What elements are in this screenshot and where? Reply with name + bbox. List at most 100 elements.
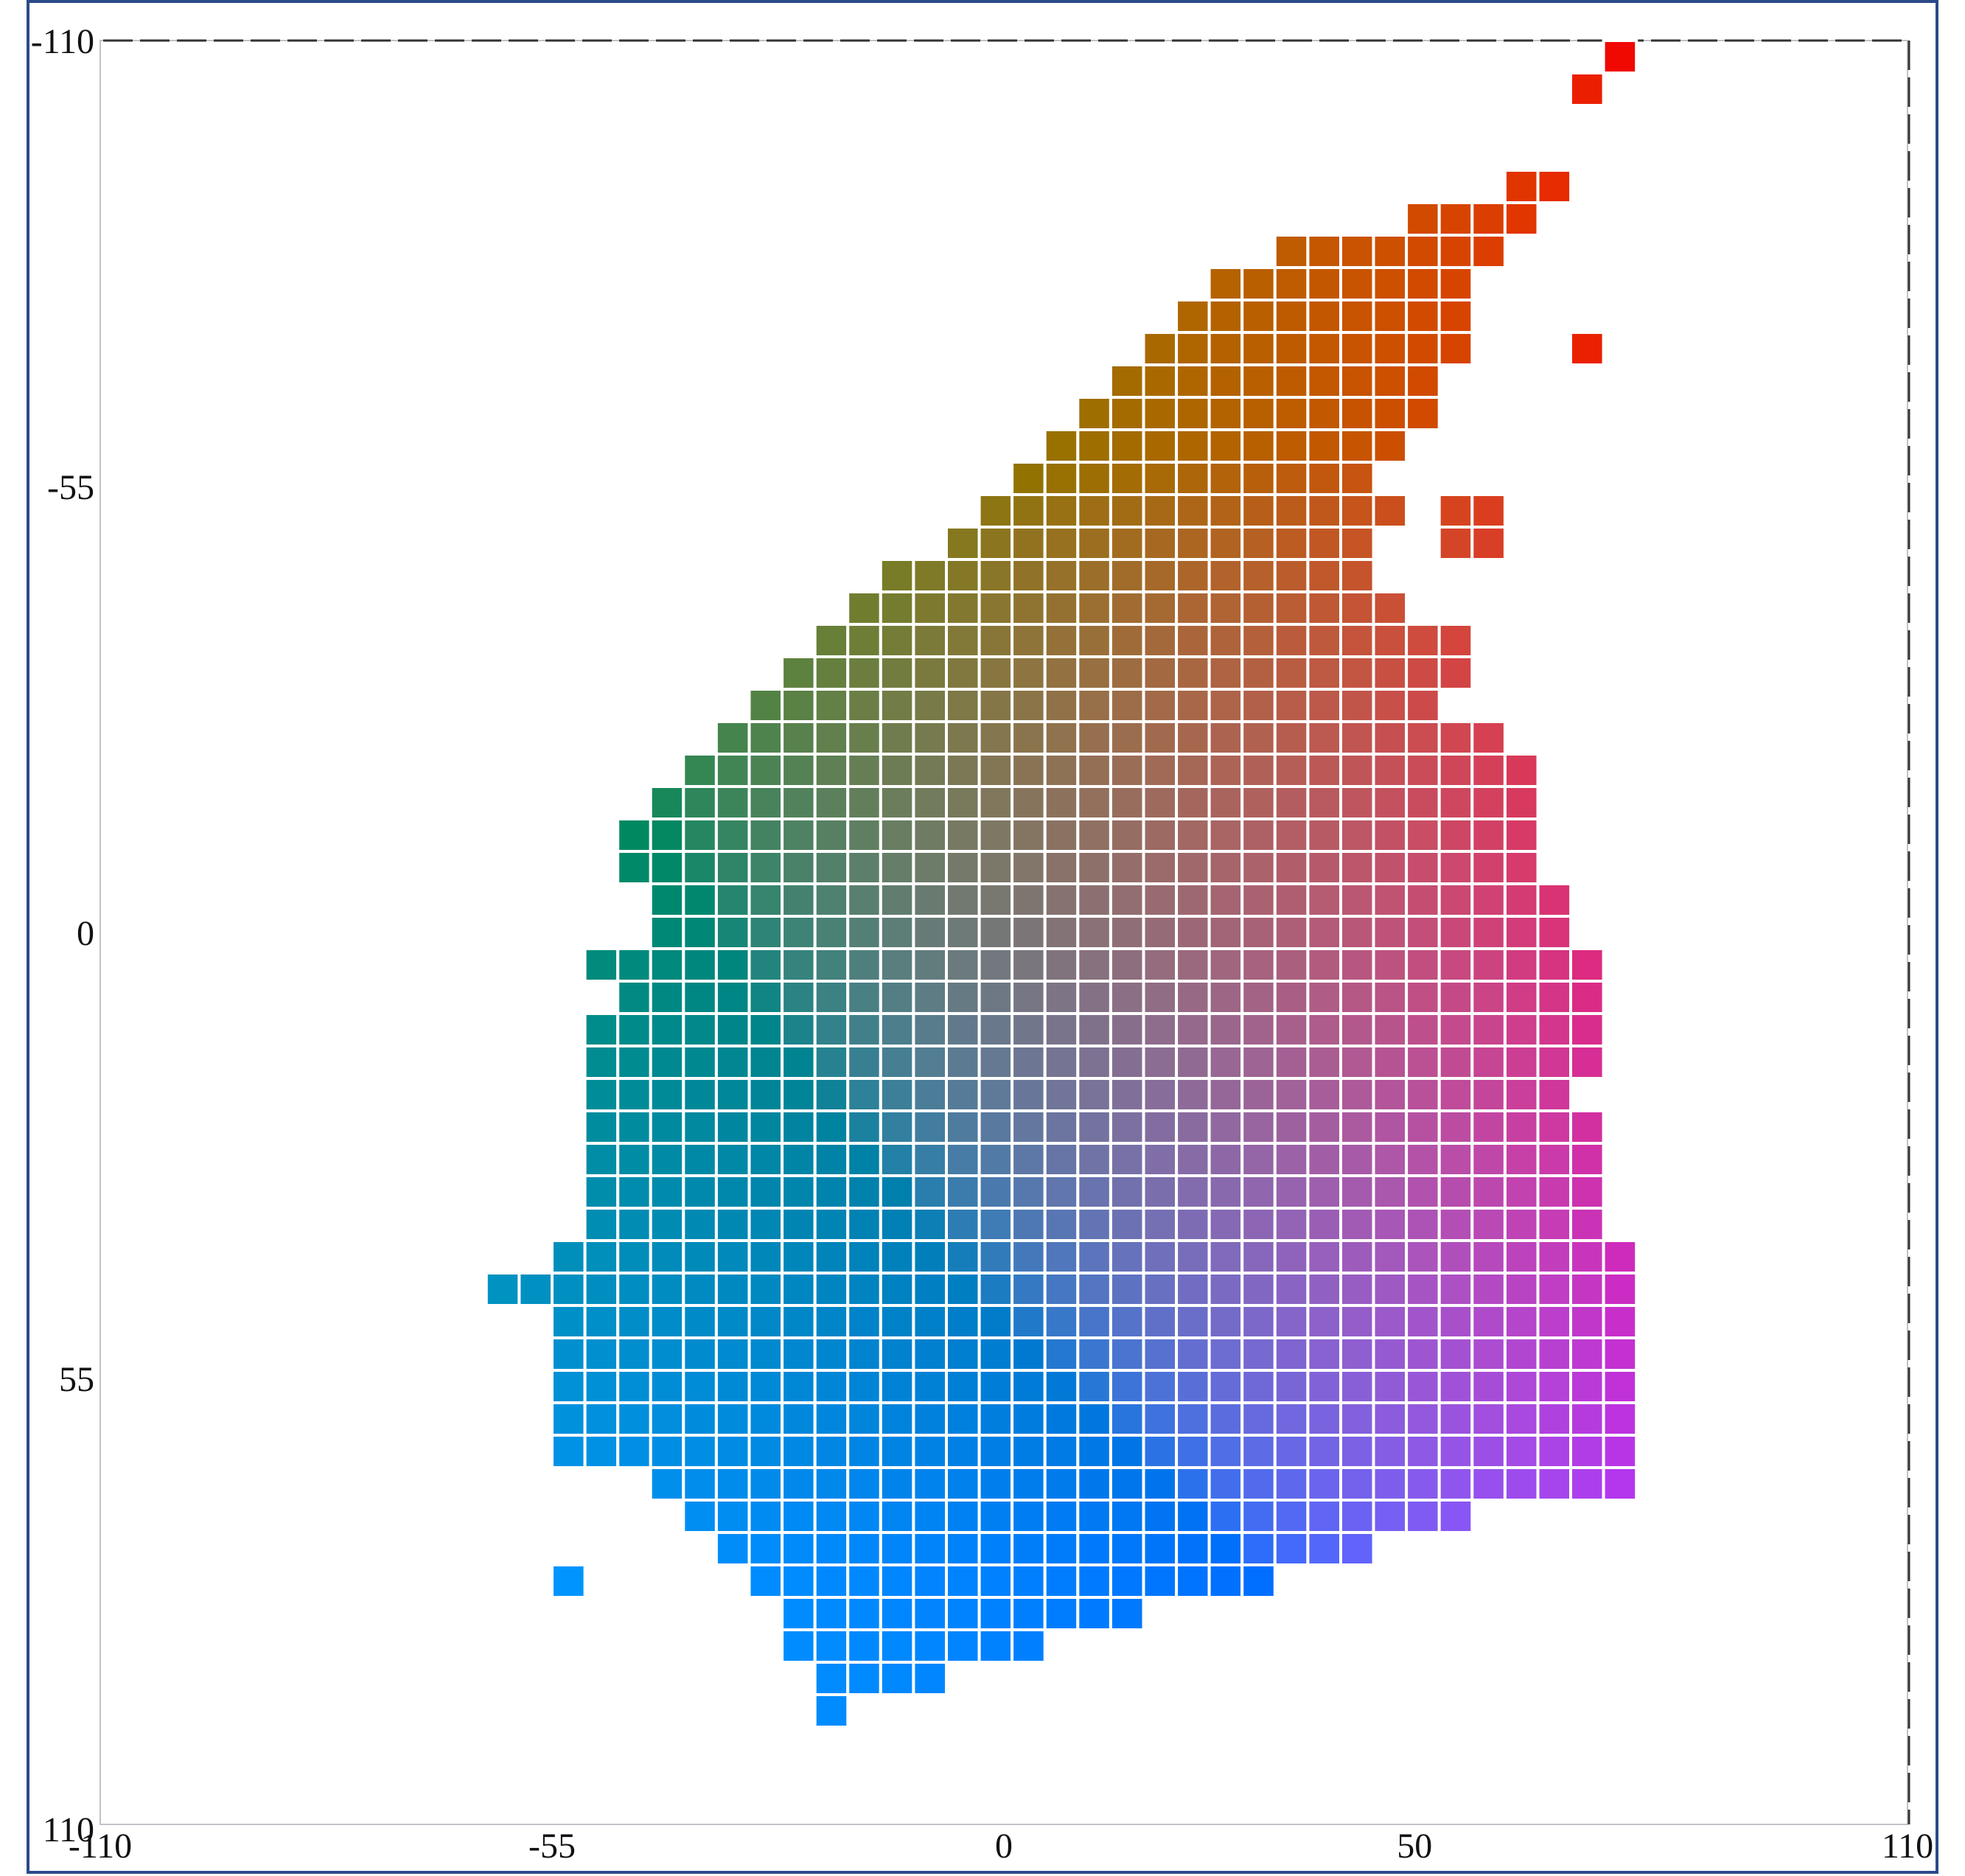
swatch-cell [1043,915,1080,950]
swatch-cell [1372,331,1409,366]
swatch-cell [781,1499,817,1534]
swatch-cell [1437,1109,1474,1145]
swatch-cell [551,1239,587,1275]
swatch-cell [1437,1142,1474,1177]
swatch-cell [1470,1304,1507,1339]
swatch-cell [1175,1401,1211,1437]
swatch-cell [1437,299,1474,334]
swatch-cell [1503,1272,1540,1307]
swatch-cell [1273,1466,1310,1502]
swatch-cell [1076,1466,1112,1502]
swatch-cell [1339,331,1375,366]
swatch-cell [1339,1239,1375,1275]
swatch-cell [1405,1109,1441,1145]
swatch-cell [1011,1596,1047,1631]
swatch-cell [1503,882,1540,918]
swatch-cell [1142,655,1179,691]
swatch-cell [945,1077,981,1112]
swatch-cell [1372,817,1409,853]
swatch-cell [945,526,981,561]
swatch-cell [1339,1272,1375,1307]
swatch-cell [1503,1045,1540,1080]
swatch-cell [781,915,817,950]
swatch-cell [1273,1174,1310,1210]
swatch-cell [945,558,981,593]
swatch-cell [1207,1401,1244,1437]
swatch-cell [1109,753,1145,788]
swatch-cell [1273,915,1310,950]
swatch-cell [1175,1304,1211,1339]
swatch-cell [714,947,751,983]
swatch-cell [1207,688,1244,723]
swatch-cell [879,882,915,918]
swatch-cell [1405,1401,1441,1437]
swatch-cell [945,785,981,820]
swatch-cell [583,1077,620,1112]
swatch-cell [1207,947,1244,983]
swatch-cell [682,915,718,950]
swatch-cell [1372,1401,1409,1437]
swatch-cell [1011,980,1047,1015]
swatch-cell [1470,1434,1507,1469]
swatch-cell [1109,1109,1145,1145]
swatch-cell [1536,915,1573,950]
swatch-cell [1273,526,1310,561]
swatch-cell [1175,882,1211,918]
swatch-cell [747,1239,784,1275]
x-tick-label: 110 [1882,1827,1933,1866]
swatch-cell [912,558,949,593]
swatch-cell [846,1012,882,1047]
swatch-cell [977,753,1014,788]
swatch-cell [1372,590,1409,626]
swatch-cell [1142,1401,1179,1437]
swatch-cell [879,753,915,788]
swatch-cell [1372,266,1409,301]
swatch-cell [1405,396,1441,431]
swatch-cell [1011,1077,1047,1112]
swatch-cell [714,1531,751,1566]
swatch-cell [1503,1077,1540,1112]
swatch-cell [1569,1207,1605,1242]
swatch-cell [682,1401,718,1437]
swatch-cell [1207,299,1244,334]
swatch-cell [1503,201,1540,237]
swatch-cell [1240,947,1277,983]
swatch-cell [813,1174,850,1210]
swatch-cell [1306,850,1343,885]
swatch-cell [912,817,949,853]
swatch-cell [1142,850,1179,885]
swatch-cell [1175,1012,1211,1047]
swatch-cell [1207,1304,1244,1339]
swatch-cell [945,1434,981,1469]
swatch-cell [1240,1336,1277,1372]
swatch-cell [551,1434,587,1469]
swatch-cell [977,1239,1014,1275]
swatch-cell [1372,655,1409,691]
swatch-cell [1076,785,1112,820]
swatch-cell [912,1207,949,1242]
swatch-cell [1569,1434,1605,1469]
swatch-cell [1175,461,1211,496]
swatch-cell [945,1466,981,1502]
swatch-cell [977,1109,1014,1145]
swatch-cell [1470,1109,1507,1145]
swatch-cell [1076,882,1112,918]
swatch-cell [879,720,915,756]
swatch-cell [1240,1142,1277,1177]
swatch-cell [781,720,817,756]
swatch-cell [1470,882,1507,918]
swatch-cell [879,688,915,723]
swatch-cell [1306,980,1343,1015]
y-tick-label: -55 [47,468,94,507]
swatch-cell [977,1369,1014,1404]
swatch-cell [1306,1531,1343,1566]
swatch-cell [1306,1142,1343,1177]
swatch-cell [1011,850,1047,885]
swatch-cell [682,1304,718,1339]
swatch-cell [1207,590,1244,626]
swatch-cell [879,817,915,853]
swatch-cell [649,1142,685,1177]
swatch-cell [714,720,751,756]
swatch-cell [945,850,981,885]
swatch-cell [879,1401,915,1437]
